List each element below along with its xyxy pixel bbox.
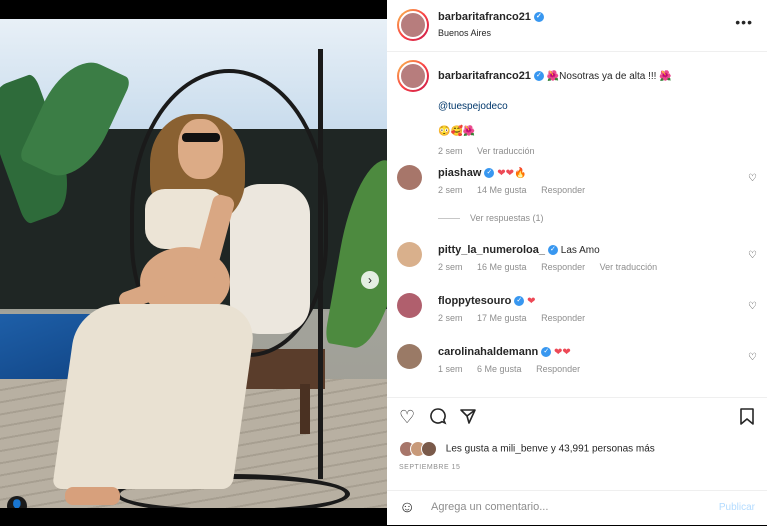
post-location[interactable]: Buenos Aires (438, 28, 491, 38)
likes-summary[interactable]: Les gusta a mili_benve y 43,991 personas… (399, 441, 655, 457)
caption-translate[interactable]: Ver traducción (477, 146, 535, 156)
verified-badge-icon: ✓ (484, 168, 495, 179)
heart-icon[interactable]: ♡ (399, 407, 415, 428)
caption-username[interactable]: barbaritafranco21 (438, 70, 531, 82)
liker-avatar (421, 441, 437, 457)
comment-time[interactable]: 2 sem (438, 262, 463, 272)
post-actions: ♡ (387, 397, 767, 438)
comment-item: floppytesouro ✓ ❤ 2 sem 17 Me gusta Respo… (397, 293, 757, 333)
comment-like-heart-icon[interactable]: ♡ (748, 301, 757, 312)
more-dots-icon[interactable]: ••• (735, 14, 753, 30)
woman-figure (51, 304, 259, 489)
author-username[interactable]: barbaritafranco21 ✓ (438, 11, 544, 23)
comment-avatar[interactable] (397, 242, 422, 267)
bookmark-icon[interactable] (739, 407, 755, 430)
comment-avatar[interactable] (397, 165, 422, 190)
comment-like-heart-icon[interactable]: ♡ (748, 352, 757, 363)
post-photo[interactable]: › 👤 (0, 19, 387, 508)
chair-cushion (230, 184, 310, 334)
post-sidebar: barbaritafranco21 ✓ Buenos Aires ••• barb… (387, 0, 767, 525)
comment-avatar[interactable] (397, 344, 422, 369)
comment-time[interactable]: 2 sem (438, 313, 463, 323)
post-date[interactable]: SEPTIEMBRE 15 (399, 464, 460, 471)
comment-item: carolinahaldemann ✓ ❤❤ 1 sem 6 Me gusta R… (397, 344, 757, 384)
post-media: › 👤 (0, 0, 387, 525)
verified-badge-icon: ✓ (541, 347, 552, 358)
add-comment-bar: ☺ Publicar (387, 490, 767, 526)
comment-text: ❤❤🔥 (497, 168, 527, 179)
caption-body: 🌺Nosotras ya de alta !!! 🌺 (546, 71, 672, 82)
comment-username[interactable]: carolinahaldemann (438, 346, 538, 358)
comment-item: piashaw ✓ ❤❤🔥 2 sem 14 Me gusta Responder… (397, 165, 757, 205)
caption-emojis: 😳🥰🌺 (438, 126, 476, 137)
author-avatar[interactable] (397, 9, 429, 41)
verified-badge-icon: ✓ (547, 245, 558, 256)
comment-username[interactable]: pitty_la_numeroloa_ (438, 244, 545, 256)
comment-icon[interactable] (429, 407, 447, 430)
comment-reply-button[interactable]: Responder (541, 313, 585, 323)
comment-likes[interactable]: 17 Me gusta (477, 313, 527, 323)
comment-time[interactable]: 1 sem (438, 364, 463, 374)
post-header: barbaritafranco21 ✓ Buenos Aires ••• (387, 0, 767, 52)
comment-item: pitty_la_numeroloa_ ✓ Las Amo 2 sem 16 Me… (397, 242, 757, 282)
next-photo-button[interactable]: › (361, 271, 379, 289)
comment-username[interactable]: floppytesouro (438, 295, 511, 307)
comment-likes[interactable]: 6 Me gusta (477, 364, 522, 374)
verified-badge-icon: ✓ (533, 12, 544, 23)
caption-time[interactable]: 2 sem (438, 146, 463, 156)
comment-reply-button[interactable]: Responder (536, 364, 580, 374)
share-icon[interactable] (459, 407, 477, 430)
comment-like-heart-icon[interactable]: ♡ (748, 173, 757, 184)
caption-avatar[interactable] (397, 60, 429, 92)
comment-avatar[interactable] (397, 293, 422, 318)
emoji-smile-icon[interactable]: ☺ (399, 499, 415, 517)
sunglasses (182, 133, 220, 142)
comment-input[interactable] (429, 500, 693, 514)
comment-reply-button[interactable]: Responder (541, 262, 585, 272)
comment-time[interactable]: 2 sem (438, 185, 463, 195)
comment-like-heart-icon[interactable]: ♡ (748, 250, 757, 261)
caption-mention[interactable]: @tuespejodeco (438, 101, 508, 112)
comment-text: Las Amo (560, 245, 600, 256)
publish-button[interactable]: Publicar (719, 502, 755, 513)
comment-username[interactable]: piashaw (438, 167, 481, 179)
comment-likes[interactable]: 14 Me gusta (477, 185, 527, 195)
comment-text: ❤❤ (554, 347, 571, 358)
view-replies-button[interactable]: Ver respuestas (1) (438, 213, 544, 223)
comment-likes[interactable]: 16 Me gusta (477, 262, 527, 272)
comment-reply-button[interactable]: Responder (541, 185, 585, 195)
comment-translate[interactable]: Ver traducción (600, 262, 658, 272)
comments-section: barbaritafranco21 ✓ 🌺Nosotras ya de alta … (387, 52, 767, 397)
comment-text: ❤ (527, 296, 536, 307)
verified-badge-icon: ✓ (533, 71, 544, 82)
verified-badge-icon: ✓ (514, 296, 525, 307)
